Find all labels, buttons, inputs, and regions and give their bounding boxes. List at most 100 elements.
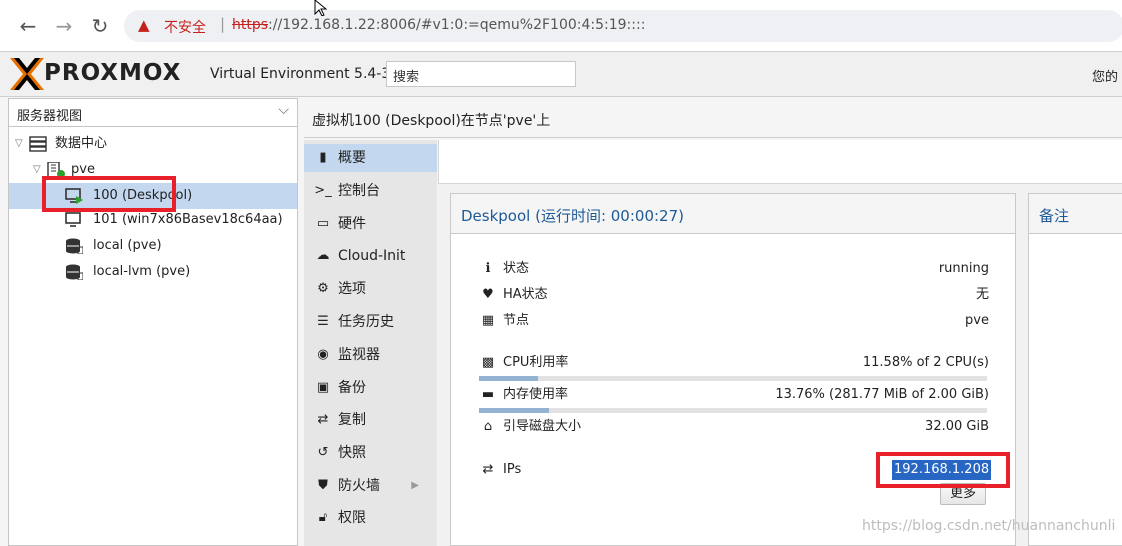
collapse-icon[interactable]: ▽ xyxy=(15,131,23,157)
memory-usage-fill xyxy=(479,408,549,413)
tree-item-datacenter[interactable]: ▽ 数据中心 xyxy=(9,131,297,157)
status-panel: Deskpool (运行时间: 00:00:27) ℹ 状态 running ♥… xyxy=(450,193,1016,546)
status-panel-title: Deskpool (运行时间: 00:00:27) xyxy=(451,194,1015,234)
cloud-icon: ☁ xyxy=(316,248,330,263)
node-value: pve xyxy=(965,313,989,328)
status-row-node: ▦ 节点 pve xyxy=(479,310,989,332)
subnav-item-hardware[interactable]: ▭ 硬件 xyxy=(304,210,437,238)
subnav-item-monitor[interactable]: ◉ 监视器 xyxy=(304,341,437,369)
collapse-icon[interactable]: ▽ xyxy=(33,157,41,183)
retweet-icon: ⇄ xyxy=(317,412,329,427)
url-separator: | xyxy=(220,15,226,33)
expand-arrow-icon[interactable]: ▶ xyxy=(411,472,419,500)
subnav-item-firewall[interactable]: ⛊ 防火墙 ▶ xyxy=(304,472,437,500)
warning-icon: ▲ xyxy=(138,16,150,34)
proxmox-logo-icon xyxy=(10,58,44,90)
version-label: Virtual Environment 5.4-3 xyxy=(210,66,391,82)
datacenter-icon xyxy=(29,136,47,152)
app-header: PROXMOX Virtual Environment 5.4-3 搜索 您的 xyxy=(0,52,1122,97)
tree-item-vm-100[interactable]: 100 (Deskpool) xyxy=(9,183,297,209)
user-menu[interactable]: 您的 xyxy=(1092,66,1118,85)
memory-icon: ▬ xyxy=(481,387,495,402)
status-row-ha: ♥ HA状态 无 xyxy=(479,284,989,306)
eye-icon: ◉ xyxy=(317,347,329,362)
cpu-icon: ▩ xyxy=(481,355,495,370)
hdd-icon: ⌂ xyxy=(483,419,493,434)
back-icon[interactable]: ← xyxy=(16,14,40,38)
tree-item-label: local (pve) xyxy=(93,238,162,253)
building-icon: ▦ xyxy=(481,313,495,328)
logo-text: PROXMOX xyxy=(44,60,182,86)
vm-running-icon xyxy=(65,188,83,204)
gear-icon: ⚙ xyxy=(317,281,329,296)
tree-item-label: pve xyxy=(71,162,95,177)
info-icon: ℹ xyxy=(485,261,491,276)
status-row-cpu: ▩ CPU利用率 11.58% of 2 CPU(s) xyxy=(479,352,989,374)
mouse-cursor-icon xyxy=(314,0,328,16)
cpu-value: 11.58% of 2 CPU(s) xyxy=(862,355,989,370)
vm-icon xyxy=(65,212,81,227)
heartbeat-icon: ♥ xyxy=(482,287,494,302)
exchange-icon: ⇄ xyxy=(482,462,494,477)
unlock-icon: 🔓︎ xyxy=(318,510,328,525)
chevron-down-icon: ⌵ xyxy=(278,102,289,118)
floppy-icon: ▣ xyxy=(316,380,330,395)
tree-item-vm-101[interactable]: 101 (win7x86Basev18c64aa) xyxy=(9,207,297,233)
view-selector[interactable]: 服务器视图 ⌵ xyxy=(9,99,297,127)
address-bar[interactable]: ▲ 不安全 | https://192.168.1.22:8006/#v1:0:… xyxy=(124,10,1122,42)
reload-icon[interactable]: ↻ xyxy=(88,14,112,38)
notes-panel-title: 备注 xyxy=(1029,194,1122,234)
subnav-item-snapshots[interactable]: ↺ 快照 xyxy=(304,439,437,467)
resource-tree: 服务器视图 ⌵ ▽ 数据中心 ▽ pve 100 (Deskpool) 101 … xyxy=(8,98,298,546)
insecure-label: 不安全 xyxy=(164,20,206,36)
storage-icon xyxy=(66,264,83,280)
cpu-usage-fill xyxy=(479,376,538,381)
node-icon xyxy=(47,162,65,178)
subnav-item-cloudinit[interactable]: ☁ Cloud-Init xyxy=(304,242,437,270)
terminal-icon: >_ xyxy=(314,183,332,198)
subnav-item-task-history[interactable]: ☰ 任务历史 xyxy=(304,308,437,336)
subnav-item-summary[interactable]: ▮ 概要 xyxy=(304,144,437,172)
url-scheme: https xyxy=(232,17,269,33)
tree-item-storage-local[interactable]: local (pve) xyxy=(9,233,297,259)
subnav-item-console[interactable]: >_ 控制台 xyxy=(304,177,437,205)
forward-icon[interactable]: → xyxy=(52,14,76,38)
storage-icon xyxy=(66,238,83,254)
content-toolbar xyxy=(438,140,1122,184)
vm-subnav: ▮ 概要 >_ 控制台 ▭ 硬件 ☁ Cloud-Init ⚙ 选项 ☰ 任务历史 ◉ 监视器… xyxy=(304,140,437,546)
cpu-usage-bar xyxy=(479,376,987,381)
subnav-item-backup[interactable]: ▣ 备份 xyxy=(304,374,437,402)
view-selector-label: 服务器视图 xyxy=(17,109,83,124)
status-row-bootdisk: ⌂ 引导磁盘大小 32.00 GiB xyxy=(479,416,989,438)
subnav-item-options[interactable]: ⚙ 选项 xyxy=(304,275,437,303)
tree-item-storage-local-lvm[interactable]: local-lvm (pve) xyxy=(9,259,297,285)
browser-toolbar: ← → ↻ ▲ 不安全 | https://192.168.1.22:8006/… xyxy=(0,0,1122,52)
tree-item-node-pve[interactable]: ▽ pve xyxy=(9,157,297,183)
tree-item-label: 数据中心 xyxy=(55,136,108,151)
watermark: https://blog.csdn.net/huannanchunli xyxy=(862,518,1116,534)
shield-icon: ⛊ xyxy=(318,478,328,493)
more-ips-button[interactable]: 更多 xyxy=(940,483,986,505)
search-input[interactable]: 搜索 xyxy=(386,61,576,87)
notes-panel: 备注 xyxy=(1028,193,1122,546)
bootdisk-value: 32.00 GiB xyxy=(925,419,989,434)
memory-usage-bar xyxy=(479,408,987,413)
subnav-item-permissions[interactable]: 🔓︎ 权限 xyxy=(304,504,437,532)
url-rest: ://192.168.1.22:8006/#v1:0:=qemu%2F100:4… xyxy=(268,17,646,33)
memory-value: 13.76% (281.77 MiB of 2.00 GiB) xyxy=(775,387,989,402)
url-text[interactable]: https://192.168.1.22:8006/#v1:0:=qemu%2F… xyxy=(232,17,645,33)
tree-item-label: 100 (Deskpool) xyxy=(93,188,193,203)
page-title: 虚拟机100 (Deskpool)在节点'pve'上 xyxy=(304,98,1122,138)
status-value: running xyxy=(938,261,989,276)
ip-address-value[interactable]: 192.168.1.208 xyxy=(892,460,992,480)
status-row-memory: ▬ 内存使用率 13.76% (281.77 MiB of 2.00 GiB) xyxy=(479,384,989,406)
ha-value: 无 xyxy=(975,287,989,302)
book-icon: ▮ xyxy=(319,150,327,165)
tree-item-label: 101 (win7x86Basev18c64aa) xyxy=(93,212,283,227)
history-icon: ↺ xyxy=(317,445,329,460)
monitor-icon: ▭ xyxy=(316,216,330,231)
tree-item-label: local-lvm (pve) xyxy=(93,264,191,279)
status-row-state: ℹ 状态 running xyxy=(479,258,989,280)
list-icon: ☰ xyxy=(317,314,329,329)
subnav-item-replication[interactable]: ⇄ 复制 xyxy=(304,406,437,434)
